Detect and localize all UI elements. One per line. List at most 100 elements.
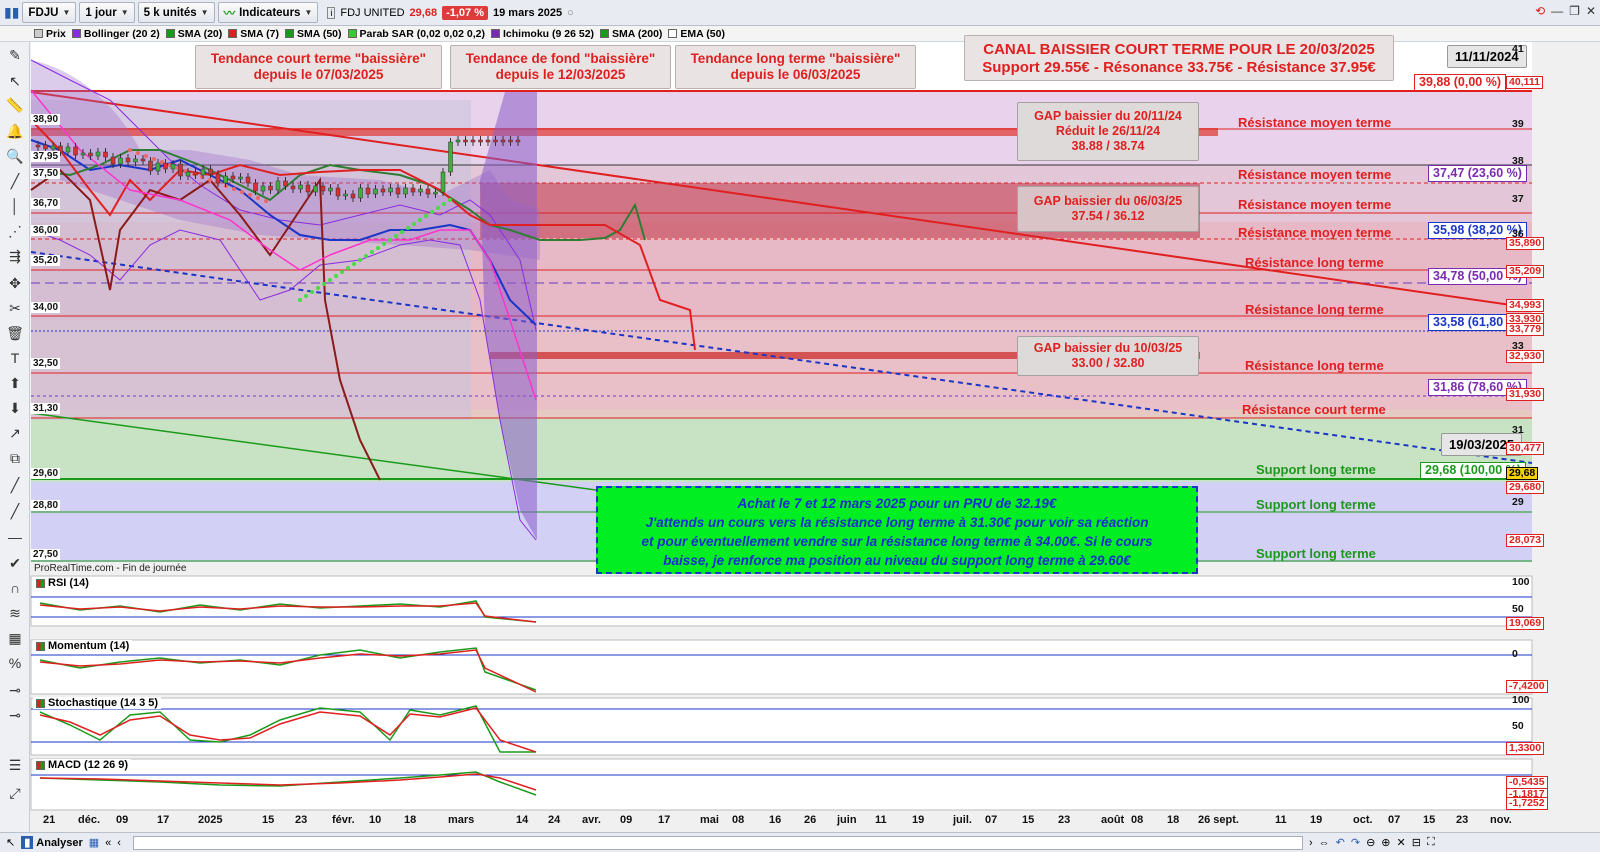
parabolic-sar-dot [346,266,350,270]
analyser-label: Analyser [36,836,83,849]
level-label: Résistance moyen terme [1238,225,1392,240]
panel-title: Momentum (14) [33,640,133,652]
date-axis-label: mai [700,814,719,826]
level-label: Résistance long terme [1245,302,1384,317]
parabolic-sar-dot [322,282,326,286]
candle-body [448,141,453,173]
date-axis-label: 08 [1131,814,1144,826]
panel-scale-value: 0 [1512,648,1518,660]
candle-body [425,188,431,195]
panel-scale-value: 50 [1512,603,1524,615]
right-axis-price-box: 28,073 [1506,534,1545,547]
candle-body [358,187,363,199]
scroll-left-icon[interactable]: ‹ [117,837,121,849]
date-axis-label: 09 [620,814,633,826]
candle-body [418,188,423,193]
left-price-tag: 37,95 [31,151,61,162]
gap1-values: 38.88 / 38.74 [1071,139,1145,153]
analyser-button[interactable]: ▮ Analyser [21,836,83,849]
date-axis-label: juil. [953,814,972,826]
panel-color-swatch [36,760,45,770]
redo-icon[interactable]: ↷ [1351,836,1360,849]
candle-body [500,139,506,143]
scroll-first-icon[interactable]: « [105,837,111,849]
cross-icon[interactable]: ✕ [1397,836,1406,849]
candle-body [328,187,333,192]
undo-icon[interactable]: ↶ [1336,836,1345,849]
trend-base-title: Tendance de fond "baissière" [465,51,656,66]
candle-body [200,168,206,176]
candle-body [125,157,131,163]
canal-box: CANAL BAISSIER COURT TERME POUR LE 20/03… [964,35,1394,81]
fullscreen-icon[interactable]: ⛶ [1427,836,1435,849]
candle-body [215,173,221,184]
left-price-tag: 29,60 [31,468,61,479]
candle-body [95,151,101,157]
level-label: Support long terme [1256,497,1376,512]
date-axis-label: 19 [912,814,925,826]
date-axis-label: févr. [332,814,355,826]
date-axis-label: 10 [369,814,382,826]
chart-type-icon[interactable]: ▦ [89,836,99,849]
horizontal-scrollbar[interactable] [132,835,1303,850]
candle-body [88,152,93,157]
trend-long-date: depuis le 06/03/2025 [730,67,861,82]
candle-body [380,188,386,193]
right-axis-price-box: 34,993 [1506,299,1545,312]
parabolic-sar-dot [364,254,368,258]
date-axis-label: 2025 [198,814,223,826]
panel-scale-value: 100 [1512,576,1530,588]
right-axis-price-box: 32,930 [1506,350,1545,363]
candle-body [365,187,371,195]
scroll-right-icon[interactable]: › [1309,837,1313,849]
panel-title: Stochastique (14 3 5) [33,697,162,709]
candle-body [110,156,116,165]
sub-panel-background [30,697,1533,756]
candle-body [133,158,138,163]
data-source-label: ProRealTime.com - Fin de journée [34,563,187,574]
date-axis-label: 15 [262,814,275,826]
zoom-fit-icon[interactable]: ⇔ [1319,837,1330,849]
parabolic-sar-dot [448,198,452,202]
layout-icon[interactable]: ⊟ [1412,836,1421,849]
left-price-tag: 32,50 [31,358,61,369]
candle-body [155,162,161,172]
parabolic-sar-dot [352,262,356,266]
candle-body [470,139,476,143]
candle-body [410,187,416,193]
zoom-out-icon[interactable]: ⊖ [1366,836,1375,849]
trend-long-title: Tendance long terme "baissière" [690,51,901,66]
date-axis-label: 17 [658,814,671,826]
candle-body [253,182,258,192]
candle-body [478,139,483,143]
date-axis-label: 11 [875,814,887,826]
parabolic-sar-dot [316,286,320,290]
candle-body [260,185,266,192]
candle-body [35,144,41,148]
candle-body [268,185,273,191]
date-axis-label: 15 [1022,814,1035,826]
parabolic-sar-dot [304,294,308,298]
sub-panel-background [30,575,1533,627]
level-label: Résistance moyen terme [1238,167,1392,182]
parabolic-sar-dot [310,290,314,294]
panel-title-label: MACD (12 26 9) [48,759,129,771]
parabolic-sar-dot [264,199,268,203]
candle-body [193,171,198,176]
date-axis-label: juin [837,814,857,826]
candle-body [463,139,468,143]
parabolic-sar-dot [298,298,302,302]
pointer-icon[interactable]: ↖ [6,836,15,849]
parabolic-sar-dot [442,202,446,206]
panel-color-swatch [36,698,45,708]
fibo-label: 37,47 (23,60 %) [1428,165,1527,182]
panel-title-label: Stochastique (14 3 5) [48,697,159,709]
candle-body [305,184,311,193]
right-axis-tick: 38 [1512,155,1524,167]
candle-body [275,180,281,191]
level-label: Support long terme [1256,546,1376,561]
parabolic-sar-dot [248,193,252,197]
date-axis-label: 17 [157,814,170,826]
zoom-in-icon[interactable]: ⊕ [1381,836,1390,849]
date-axis-label: 07 [1388,814,1401,826]
